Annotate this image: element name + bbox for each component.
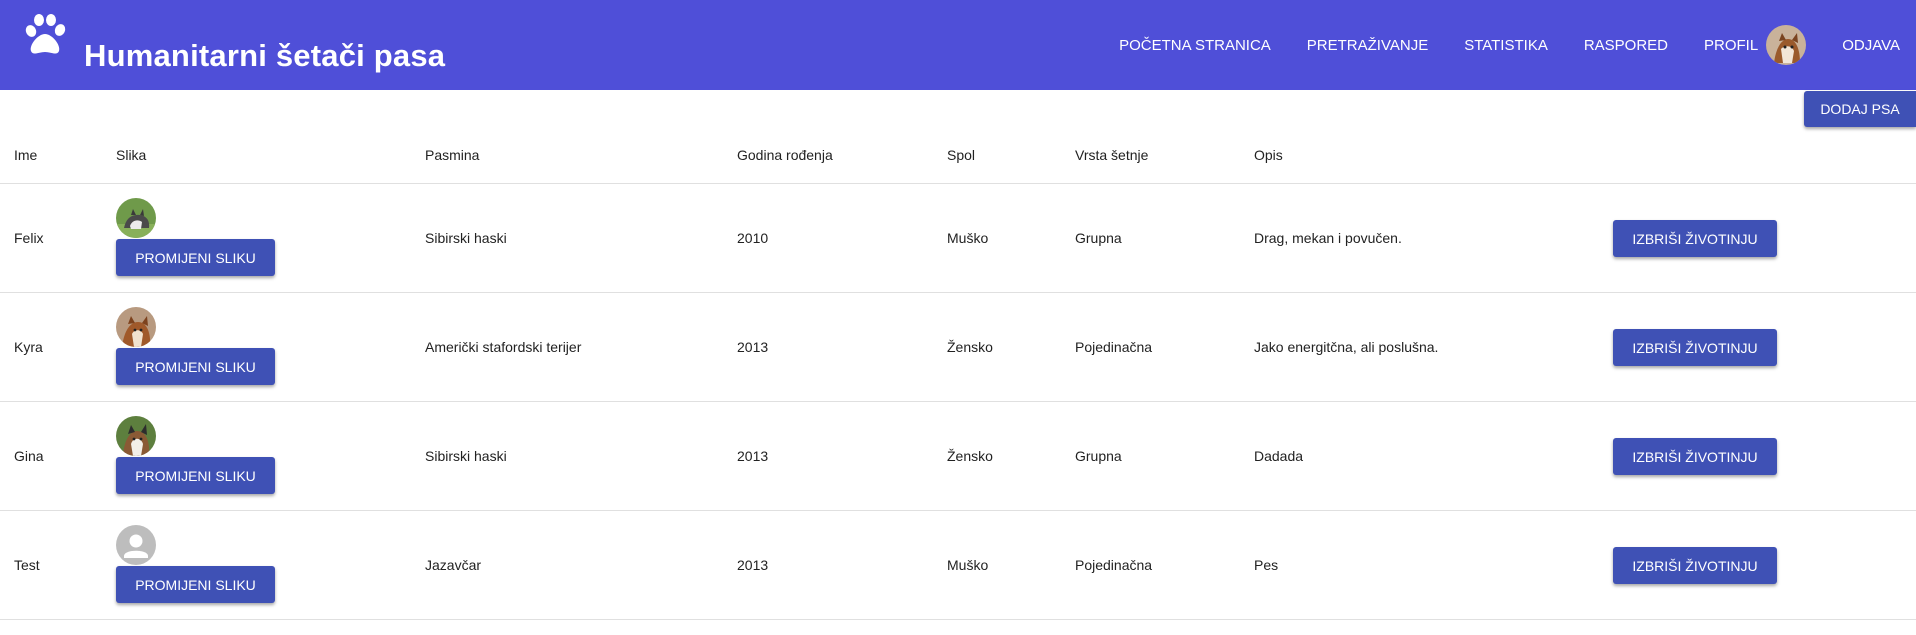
cell-ime: Kyra bbox=[14, 339, 43, 355]
dog-photo-husky bbox=[116, 198, 156, 238]
cell-pasmina: Sibirski haski bbox=[425, 448, 507, 464]
change-photo-button[interactable]: PROMIJENI SLIKU bbox=[116, 348, 275, 385]
cell-vrsta: Grupna bbox=[1075, 230, 1122, 246]
app-header: Humanitarni šetači pasa POČETNA STRANICA… bbox=[0, 0, 1916, 90]
default-avatar-icon bbox=[116, 525, 156, 565]
cell-ime: Test bbox=[14, 557, 40, 573]
cell-opis: Drag, mekan i povučen. bbox=[1254, 230, 1402, 246]
paw-icon[interactable] bbox=[24, 14, 68, 56]
nav-profil[interactable]: PROFIL bbox=[1704, 25, 1807, 65]
main-nav: POČETNA STRANICA PRETRAŽIVANJE STATISTIK… bbox=[1119, 0, 1900, 90]
change-photo-button[interactable]: PROMIJENI SLIKU bbox=[116, 239, 275, 276]
col-slika: Slika bbox=[116, 147, 147, 163]
cell-opis: Pes bbox=[1254, 557, 1279, 573]
dog-photo-husky-brown bbox=[116, 416, 156, 456]
change-photo-button[interactable]: PROMIJENI SLIKU bbox=[116, 566, 275, 603]
app-title: Humanitarni šetači pasa bbox=[84, 38, 446, 73]
cell-godina: 2013 bbox=[737, 448, 769, 464]
table-row: Kyra PROMIJENI SLIKU Američki stafordski… bbox=[0, 293, 1916, 402]
cell-godina: 2013 bbox=[737, 339, 769, 355]
col-vrsta: Vrsta šetnje bbox=[1075, 147, 1149, 163]
cell-vrsta: Pojedinačna bbox=[1075, 557, 1153, 573]
cell-pasmina: Američki stafordski terijer bbox=[425, 339, 582, 355]
cell-spol: Muško bbox=[947, 230, 989, 246]
cell-opis: Dadada bbox=[1254, 448, 1304, 464]
table-row: Gina PROMIJENI SLIKU Sibirski haski 2013… bbox=[0, 402, 1916, 511]
nav-statistika[interactable]: STATISTIKA bbox=[1464, 37, 1548, 54]
nav-raspored[interactable]: RASPORED bbox=[1584, 37, 1668, 54]
cell-vrsta: Grupna bbox=[1075, 448, 1122, 464]
cell-godina: 2013 bbox=[737, 557, 769, 573]
cell-pasmina: Jazavčar bbox=[425, 557, 482, 573]
nav-odjava[interactable]: ODJAVA bbox=[1842, 37, 1900, 54]
delete-animal-button[interactable]: IZBRIŠI ŽIVOTINJU bbox=[1613, 547, 1777, 584]
cell-godina: 2010 bbox=[737, 230, 769, 246]
cell-ime: Gina bbox=[14, 448, 44, 464]
table-header: Ime Slika Pasmina Godina rođenja Spol Vr… bbox=[0, 130, 1916, 184]
delete-animal-button[interactable]: IZBRIŠI ŽIVOTINJU bbox=[1613, 220, 1777, 257]
change-photo-button[interactable]: PROMIJENI SLIKU bbox=[116, 457, 275, 494]
profile-avatar[interactable] bbox=[1766, 25, 1807, 65]
nav-pocetna[interactable]: POČETNA STRANICA bbox=[1119, 37, 1271, 54]
col-godina: Godina rođenja bbox=[737, 147, 833, 163]
cell-spol: Žensko bbox=[947, 339, 993, 355]
cell-vrsta: Pojedinačna bbox=[1075, 339, 1153, 355]
cell-pasmina: Sibirski haski bbox=[425, 230, 507, 246]
nav-pretrazivanje[interactable]: PRETRAŽIVANJE bbox=[1307, 37, 1428, 54]
col-spol: Spol bbox=[947, 147, 976, 163]
delete-animal-button[interactable]: IZBRIŠI ŽIVOTINJU bbox=[1613, 438, 1777, 475]
cell-opis: Jako energitčna, ali poslušna. bbox=[1254, 339, 1439, 355]
dog-photo-terrier bbox=[116, 307, 156, 347]
table-row: Felix PROMIJENI SLIKU Sibirski haski 201… bbox=[0, 184, 1916, 293]
col-opis: Opis bbox=[1254, 147, 1283, 163]
col-pasmina: Pasmina bbox=[425, 147, 480, 163]
delete-animal-button[interactable]: IZBRIŠI ŽIVOTINJU bbox=[1613, 329, 1777, 366]
col-ime: Ime bbox=[14, 147, 38, 163]
cell-spol: Muško bbox=[947, 557, 989, 573]
cell-spol: Žensko bbox=[947, 448, 993, 464]
cell-ime: Felix bbox=[14, 230, 44, 246]
nav-profil-label: PROFIL bbox=[1704, 36, 1759, 54]
dogs-table: Ime Slika Pasmina Godina rođenja Spol Vr… bbox=[0, 130, 1916, 620]
add-dog-button[interactable]: DODAJ PSA bbox=[1804, 91, 1916, 127]
table-row: Test PROMIJENI SLIKU Jazavčar 2013 Muško… bbox=[0, 511, 1916, 620]
